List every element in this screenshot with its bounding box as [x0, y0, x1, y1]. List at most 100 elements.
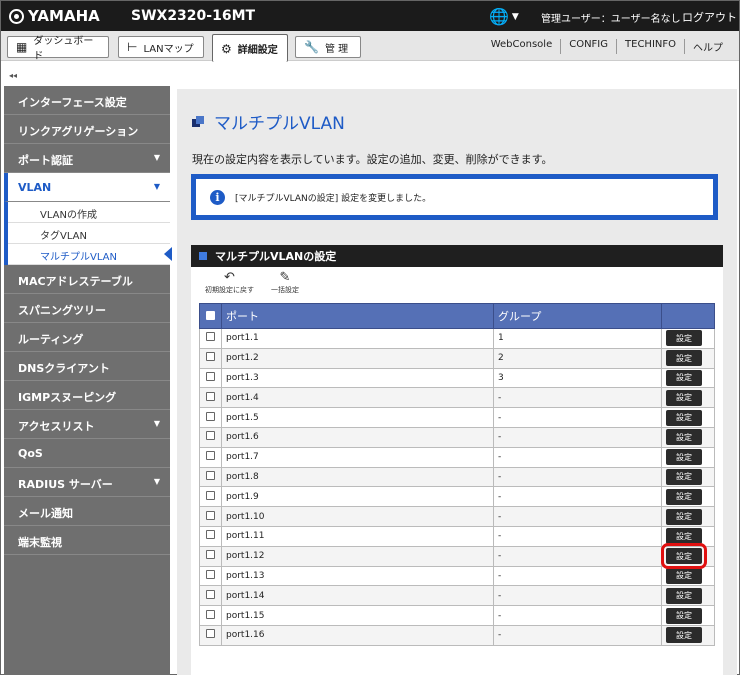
- row-checkbox[interactable]: [206, 391, 215, 401]
- sidebar-item-port-auth[interactable]: ポート認証 ▼: [4, 144, 170, 173]
- group-cell: -: [493, 466, 662, 488]
- table-row: port1.5- 設定: [199, 407, 715, 428]
- panel-title: マルチプルVLANの設定: [215, 250, 337, 263]
- manage-button[interactable]: 🔧 管 理: [295, 36, 361, 58]
- row-checkbox[interactable]: [206, 371, 215, 381]
- techinfo-link[interactable]: TECHINFO: [616, 39, 684, 54]
- row-checkbox[interactable]: [206, 451, 215, 461]
- set-button[interactable]: 設定: [666, 607, 702, 624]
- set-button[interactable]: 設定: [666, 350, 702, 367]
- row-checkbox[interactable]: [206, 629, 215, 639]
- page-title: マルチプルVLAN: [192, 109, 345, 134]
- row-checkbox[interactable]: [206, 431, 215, 441]
- tab-advanced-settings[interactable]: ⚙ 詳細設定: [212, 34, 288, 62]
- manage-label: 管 理: [324, 43, 349, 55]
- square-icon: [199, 252, 207, 260]
- port-table: ポート グループ port1.1 1 設定 port1.2 2 設定 port1.3 3 設定 p…: [199, 303, 715, 646]
- port-cell: port1.12: [221, 545, 494, 567]
- bulk-edit-icon: ✎: [279, 270, 291, 285]
- table-row: port1.10- 設定: [199, 506, 715, 527]
- sidebar-item-vlan[interactable]: VLAN ▼: [4, 173, 170, 202]
- page-description: 現在の設定内容を表示しています。設定の追加、変更、削除ができます。: [192, 153, 553, 166]
- set-button[interactable]: 設定: [666, 627, 702, 644]
- set-button[interactable]: 設定: [666, 567, 702, 584]
- help-link[interactable]: ヘルプ: [684, 39, 731, 54]
- table-row: port1.9- 設定: [199, 486, 715, 508]
- row-checkbox[interactable]: [206, 470, 215, 480]
- sidebar-item-access-list[interactable]: アクセスリスト ▼: [4, 410, 170, 439]
- sidebar-item-mail[interactable]: メール通知: [4, 497, 170, 526]
- row-checkbox[interactable]: [206, 589, 215, 599]
- set-button[interactable]: 設定: [666, 389, 702, 406]
- row-checkbox-cell: [199, 367, 222, 389]
- row-checkbox[interactable]: [206, 352, 215, 362]
- config-link[interactable]: CONFIG: [560, 39, 616, 54]
- port-cell: port1.9: [221, 486, 494, 508]
- sidebar-item-routing[interactable]: ルーティング: [4, 323, 170, 352]
- sidebar-subitem-tag-vlan[interactable]: タグVLAN: [8, 223, 170, 244]
- port-cell: port1.16: [221, 624, 494, 646]
- set-button[interactable]: 設定: [666, 508, 702, 525]
- sidebar-item-dns-client[interactable]: DNSクライアント: [4, 352, 170, 381]
- sidebar-item-mac-table[interactable]: MACアドレステーブル: [4, 265, 170, 294]
- sidebar-item-label: メール通知: [18, 507, 73, 520]
- group-cell: -: [493, 426, 662, 448]
- action-cell: 設定: [661, 486, 715, 508]
- row-checkbox[interactable]: [206, 550, 215, 560]
- set-button[interactable]: 設定: [666, 468, 702, 485]
- sidebar-item-label: スパニングツリー: [18, 304, 106, 317]
- row-checkbox[interactable]: [206, 530, 215, 540]
- row-checkbox[interactable]: [206, 490, 215, 500]
- nav-bar: ▦ ダッシュボード ⊢ LANマップ ⚙ 詳細設定 🔧 管 理 WebConsole C…: [1, 31, 739, 62]
- row-checkbox[interactable]: [206, 510, 215, 520]
- row-checkbox[interactable]: [206, 569, 215, 579]
- table-row: port1.1 1 設定: [199, 328, 715, 349]
- group-cell: -: [493, 407, 662, 428]
- sidebar-subitem-vlan-create[interactable]: VLANの作成: [8, 202, 170, 223]
- set-button[interactable]: 設定: [661, 543, 707, 570]
- set-button[interactable]: 設定: [666, 449, 702, 466]
- sidebar-item-interface[interactable]: インターフェース設定: [4, 86, 170, 115]
- action-cell: 設定: [661, 506, 715, 527]
- logout-link[interactable]: ログアウト: [682, 9, 737, 25]
- action-cell: 設定: [661, 605, 715, 626]
- sidebar-subitem-multiple-vlan[interactable]: マルチプルVLAN: [8, 244, 172, 265]
- set-button[interactable]: 設定: [666, 528, 702, 545]
- row-checkbox-cell: [199, 387, 222, 409]
- table-row: port1.2 2 設定: [199, 347, 715, 369]
- set-button[interactable]: 設定: [666, 488, 702, 505]
- sidebar-item-radius[interactable]: RADIUS サーバー ▼: [4, 468, 170, 497]
- sidebar-item-spanning-tree[interactable]: スパニングツリー: [4, 294, 170, 323]
- row-checkbox[interactable]: [206, 332, 215, 342]
- reset-defaults-button[interactable]: ↶ 初期設定に戻す: [205, 271, 254, 295]
- bulk-settings-button[interactable]: ✎ 一括設定: [271, 271, 299, 295]
- chevron-down-icon: ▼: [511, 11, 519, 22]
- row-checkbox[interactable]: [206, 609, 215, 619]
- set-button[interactable]: 設定: [666, 429, 702, 446]
- sidebar-item-link-aggregation[interactable]: リンクアグリゲーション: [4, 115, 170, 144]
- row-checkbox-cell: [199, 605, 222, 626]
- globe-icon: 🌐: [489, 7, 509, 26]
- chevron-down-icon: ▼: [153, 182, 160, 191]
- sidebar-item-igmp[interactable]: IGMPスヌーピング: [4, 381, 170, 410]
- language-selector[interactable]: 🌐 ▼: [489, 7, 519, 26]
- user-label: 管理ユーザー：ユーザー名なし: [541, 14, 681, 25]
- collapse-sidebar-icon[interactable]: ◂◂: [9, 71, 17, 80]
- set-button[interactable]: 設定: [666, 369, 702, 386]
- webconsole-link[interactable]: WebConsole: [483, 39, 561, 54]
- dashboard-button[interactable]: ▦ ダッシュボード: [7, 36, 109, 62]
- row-checkbox-cell: [199, 466, 222, 488]
- sidebar-item-terminal-monitor[interactable]: 端末監視: [4, 526, 170, 555]
- group-cell: -: [493, 585, 662, 607]
- table-row: port1.16- 設定: [199, 624, 715, 646]
- set-button[interactable]: 設定: [666, 409, 702, 426]
- action-cell: 設定: [661, 407, 715, 428]
- select-all-checkbox[interactable]: [206, 310, 215, 320]
- set-button[interactable]: 設定: [666, 587, 702, 604]
- dashboard-label: ダッシュボード: [33, 36, 94, 62]
- sidebar-item-qos[interactable]: QoS: [4, 439, 170, 468]
- row-checkbox[interactable]: [206, 411, 215, 421]
- lanmap-button[interactable]: ⊢ LANマップ: [118, 36, 204, 58]
- set-button[interactable]: 設定: [666, 330, 702, 347]
- table-row: port1.6- 設定: [199, 426, 715, 448]
